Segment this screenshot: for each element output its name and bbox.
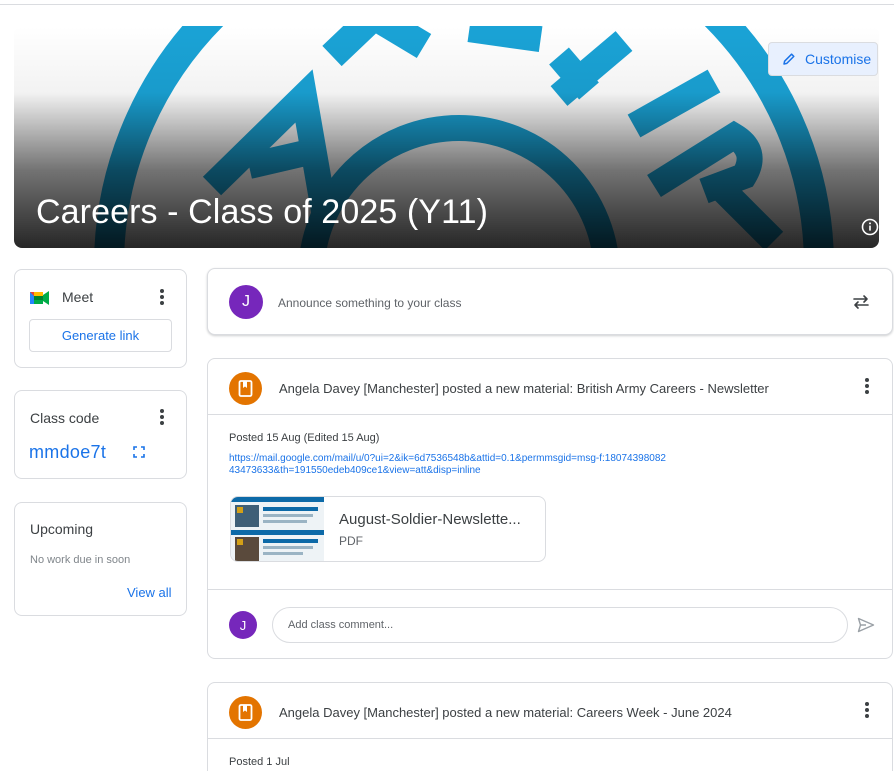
class-code-more-icon[interactable] — [157, 409, 167, 427]
post-title[interactable]: Angela Davey [Manchester] posted a new m… — [279, 381, 769, 396]
upcoming-title: Upcoming — [30, 521, 94, 537]
class-comment-input[interactable]: Add class comment... — [272, 607, 848, 643]
customise-label: Customise — [805, 51, 872, 67]
comment-bar: J Add class comment... — [208, 589, 892, 660]
user-avatar: J — [229, 285, 263, 319]
post-link[interactable]: https://mail.google.com/mail/u/0?ui=2&ik… — [229, 453, 669, 477]
view-all-link[interactable]: View all — [127, 585, 172, 600]
stream-post: Angela Davey [Manchester] posted a new m… — [207, 358, 893, 659]
meet-label: Meet — [62, 289, 94, 305]
comment-avatar: J — [229, 611, 257, 639]
attachment-card[interactable]: August-Soldier-Newslette... PDF — [230, 496, 546, 562]
post-header[interactable]: Angela Davey [Manchester] posted a new m… — [208, 359, 892, 415]
attachment-thumbnail — [231, 497, 324, 561]
upcoming-card: Upcoming No work due in soon View all — [14, 502, 187, 616]
customise-button[interactable]: Customise — [768, 42, 878, 76]
material-icon — [229, 696, 262, 729]
repost-icon[interactable] — [851, 292, 871, 312]
attachment-type: PDF — [339, 534, 363, 548]
post-title[interactable]: Angela Davey [Manchester] posted a new m… — [279, 705, 732, 720]
class-code-label: Class code — [30, 410, 100, 426]
upcoming-status: No work due in soon — [30, 554, 131, 566]
meet-more-icon[interactable] — [157, 289, 167, 307]
announce-box[interactable]: J Announce something to your class — [207, 268, 893, 335]
pencil-icon — [783, 53, 795, 65]
fullscreen-icon[interactable] — [133, 446, 145, 458]
post-more-icon[interactable] — [862, 702, 872, 720]
meet-card: Meet Generate link — [14, 269, 187, 368]
post-date: Posted 15 Aug (Edited 15 Aug) — [229, 432, 380, 444]
post-header[interactable]: Angela Davey [Manchester] posted a new m… — [208, 683, 892, 739]
info-icon[interactable] — [861, 218, 879, 236]
announce-placeholder[interactable]: Announce something to your class — [278, 296, 461, 310]
attachment-name: August-Soldier-Newslette... — [339, 511, 521, 528]
google-meet-icon — [30, 291, 49, 305]
class-code-value: mmdoe7t — [29, 442, 107, 462]
generate-link-button[interactable]: Generate link — [29, 319, 172, 352]
material-icon — [229, 372, 262, 405]
class-banner: Careers - Class of 2025 (Y11) Customise — [14, 26, 879, 248]
post-date: Posted 1 Jul — [229, 756, 290, 768]
top-divider — [0, 4, 894, 5]
stream-post: Angela Davey [Manchester] posted a new m… — [207, 682, 893, 771]
post-more-icon[interactable] — [862, 378, 872, 396]
class-title: Careers - Class of 2025 (Y11) — [36, 193, 489, 231]
send-icon[interactable] — [857, 617, 875, 633]
class-code-card: Class code mmdoe7t — [14, 390, 187, 479]
